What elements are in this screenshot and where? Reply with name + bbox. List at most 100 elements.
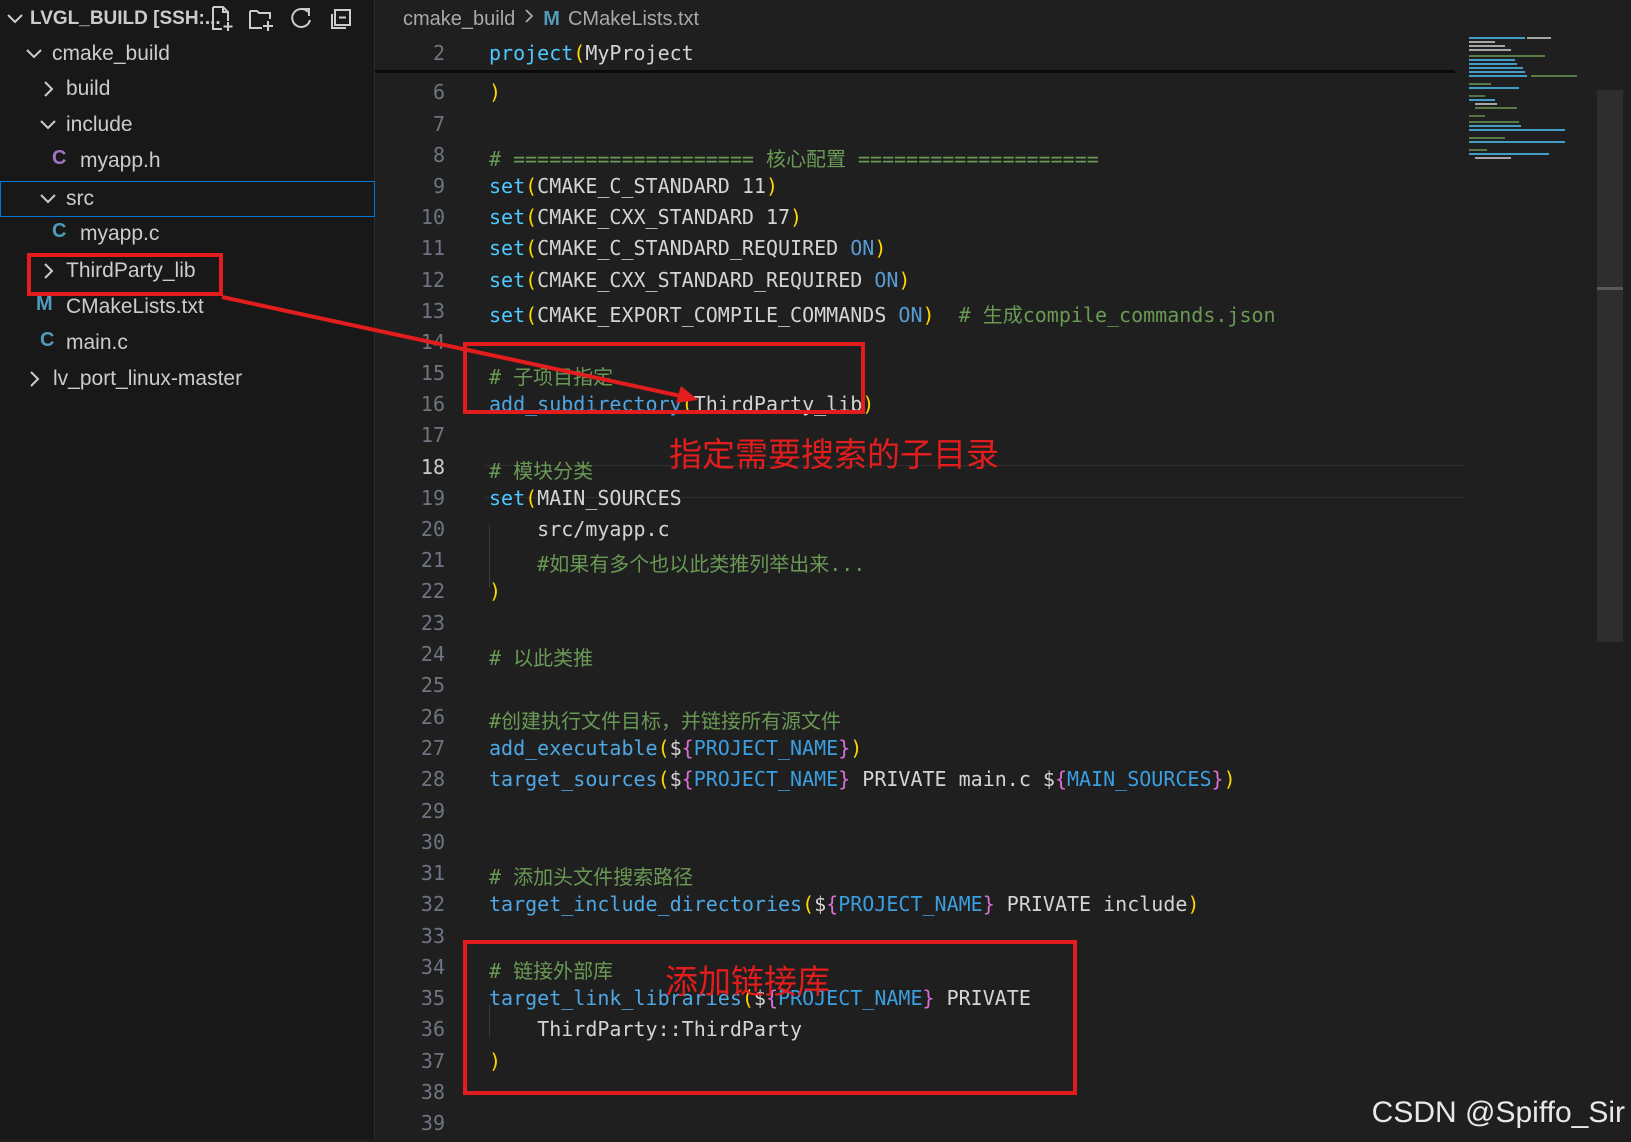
line-number: 20 (420, 517, 445, 541)
code-text[interactable]: target_sources(${PROJECT_NAME} PRIVATE m… (489, 767, 1236, 791)
code-text[interactable]: ) (489, 579, 501, 603)
tree-item-build[interactable]: build (0, 72, 375, 108)
vertical-scrollbar-thumb[interactable] (1597, 90, 1623, 642)
line-number: 30 (420, 830, 445, 854)
code-line[interactable]: 30 (375, 830, 1455, 861)
new-file-icon[interactable] (208, 4, 234, 37)
line-number: 38 (420, 1080, 445, 1104)
breadcrumb-folder[interactable]: cmake_build (403, 8, 515, 31)
c-file-icon: C (52, 220, 67, 242)
breadcrumb: cmake_build M CMakeLists.txt (403, 7, 699, 31)
code-text[interactable]: set(CMAKE_CXX_STANDARD 17) (489, 205, 802, 229)
line-number: 2 (432, 41, 445, 65)
minimap[interactable] (1465, 30, 1605, 160)
code-line[interactable]: 22) (375, 579, 1455, 610)
line-number: 25 (420, 673, 445, 697)
tree-item-label: CMakeLists.txt (66, 295, 204, 318)
tree-item-myapp-c[interactable]: C myapp.c (0, 217, 375, 253)
code-line[interactable]: 6) (375, 80, 1455, 111)
watermark: CSDN @Spiffo_Sir (1371, 1096, 1625, 1129)
line-number: 21 (420, 548, 445, 572)
annotation-box-thirdparty-folder (27, 253, 223, 296)
chevron-down-icon[interactable] (6, 6, 24, 38)
code-text[interactable]: set(MAIN_SOURCES (489, 486, 682, 510)
explorer-header[interactable]: LVGL_BUILD [SSH:... (0, 0, 375, 38)
code-line[interactable]: 9 set(CMAKE_C_STANDARD 11) (375, 174, 1455, 205)
line-number: 10 (420, 205, 445, 229)
code-text[interactable]: project(MyProject (489, 41, 694, 65)
code-text[interactable]: add_executable(${PROJECT_NAME}) (489, 736, 862, 760)
code-text[interactable]: # 以此类推 (489, 642, 593, 671)
code-line[interactable]: 2 project(MyProject (375, 41, 1455, 72)
code-line[interactable]: 21 #如果有多个也以此类推列举出来... (375, 548, 1455, 579)
line-number: 9 (432, 174, 445, 198)
line-number: 32 (420, 892, 445, 916)
line-number: 28 (420, 767, 445, 791)
code-line[interactable]: 23 (375, 611, 1455, 642)
code-text[interactable]: set(CMAKE_EXPORT_COMPILE_COMMANDS ON) # … (489, 299, 1276, 328)
line-number: 35 (420, 986, 445, 1010)
tree-item-label: myapp.h (80, 149, 161, 172)
code-line[interactable]: 10 set(CMAKE_CXX_STANDARD 17) (375, 205, 1455, 236)
code-text[interactable]: #创建执行文件目标，并链接所有源文件 (489, 705, 841, 734)
code-line[interactable]: 7 (375, 112, 1455, 143)
code-line[interactable]: 26 #创建执行文件目标，并链接所有源文件 (375, 705, 1455, 736)
tree-item-src[interactable]: src (0, 181, 375, 217)
code-line[interactable]: 11 set(CMAKE_C_STANDARD_REQUIRED ON) (375, 236, 1455, 267)
tree-item-main-c[interactable]: C main.c (0, 326, 375, 362)
tree-item-label: myapp.c (80, 222, 160, 245)
line-number: 26 (420, 705, 445, 729)
code-line[interactable]: 29 (375, 799, 1455, 830)
code-line[interactable]: 39 (375, 1111, 1455, 1142)
chevron-down-icon (24, 39, 44, 69)
collapse-all-icon[interactable] (328, 4, 354, 37)
line-number: 36 (420, 1017, 445, 1041)
code-line[interactable]: 8 # ==================== 核心配置 ===========… (375, 143, 1455, 174)
tree-item-label: src (66, 187, 94, 210)
tree-item-include[interactable]: include (0, 108, 375, 144)
code-text[interactable]: set(CMAKE_CXX_STANDARD_REQUIRED ON) (489, 268, 910, 292)
c-file-icon: C (52, 147, 67, 169)
code-text[interactable]: src/myapp.c (489, 517, 669, 541)
line-number: 14 (420, 330, 445, 354)
code-text[interactable]: # 模块分类 (489, 455, 593, 484)
code-text[interactable]: #如果有多个也以此类推列举出来... (489, 548, 865, 577)
code-line[interactable]: 27 add_executable(${PROJECT_NAME}) (375, 736, 1455, 767)
workspace-title: LVGL_BUILD [SSH:... (30, 8, 221, 29)
line-number: 27 (420, 736, 445, 760)
code-line[interactable]: 20 src/myapp.c (375, 517, 1455, 548)
tree-item-cmake-build[interactable]: cmake_build (0, 37, 375, 73)
tree-item-label: cmake_build (52, 42, 170, 65)
line-number: 33 (420, 924, 445, 948)
code-text[interactable]: # 添加头文件搜索路径 (489, 861, 693, 890)
code-line[interactable]: 24 # 以此类推 (375, 642, 1455, 673)
code-line[interactable]: 19 set(MAIN_SOURCES (375, 486, 1455, 517)
refresh-icon[interactable] (288, 4, 314, 37)
code-line[interactable]: 13 set(CMAKE_EXPORT_COMPILE_COMMANDS ON) … (375, 299, 1455, 330)
line-number: 8 (432, 143, 445, 167)
tree-item-lv-port-linux-master[interactable]: lv_port_linux-master (0, 362, 375, 398)
chevron-right-icon (38, 74, 58, 104)
tree-item-label: include (66, 113, 133, 136)
code-line[interactable]: 32 target_include_directories(${PROJECT_N… (375, 892, 1455, 923)
code-text[interactable]: target_include_directories(${PROJECT_NAM… (489, 892, 1199, 916)
breadcrumb-file[interactable]: CMakeLists.txt (568, 8, 699, 31)
code-line[interactable]: 25 (375, 673, 1455, 704)
code-line[interactable]: 31 # 添加头文件搜索路径 (375, 861, 1455, 892)
code-text[interactable]: # ==================== 核心配置 ============… (489, 143, 1099, 172)
line-number: 7 (432, 112, 445, 136)
new-folder-icon[interactable] (248, 4, 274, 37)
code-line[interactable]: 12 set(CMAKE_CXX_STANDARD_REQUIRED ON) (375, 268, 1455, 299)
cmake-file-icon: M (36, 293, 53, 315)
code-editor[interactable]: cmake_build M CMakeLists.txt 2 project(My… (375, 0, 1631, 1139)
chevron-right-icon (523, 7, 535, 31)
code-text[interactable]: set(CMAKE_C_STANDARD_REQUIRED ON) (489, 236, 886, 260)
chevron-down-icon (38, 184, 58, 214)
line-number: 18 (420, 455, 445, 479)
code-text[interactable]: set(CMAKE_C_STANDARD 11) (489, 174, 778, 198)
chevron-right-icon (24, 364, 44, 394)
tree-item-myapp-h[interactable]: C myapp.h (0, 144, 375, 180)
code-text[interactable]: ) (489, 80, 501, 104)
line-number: 12 (420, 268, 445, 292)
code-line[interactable]: 28 target_sources(${PROJECT_NAME} PRIVATE… (375, 767, 1455, 798)
